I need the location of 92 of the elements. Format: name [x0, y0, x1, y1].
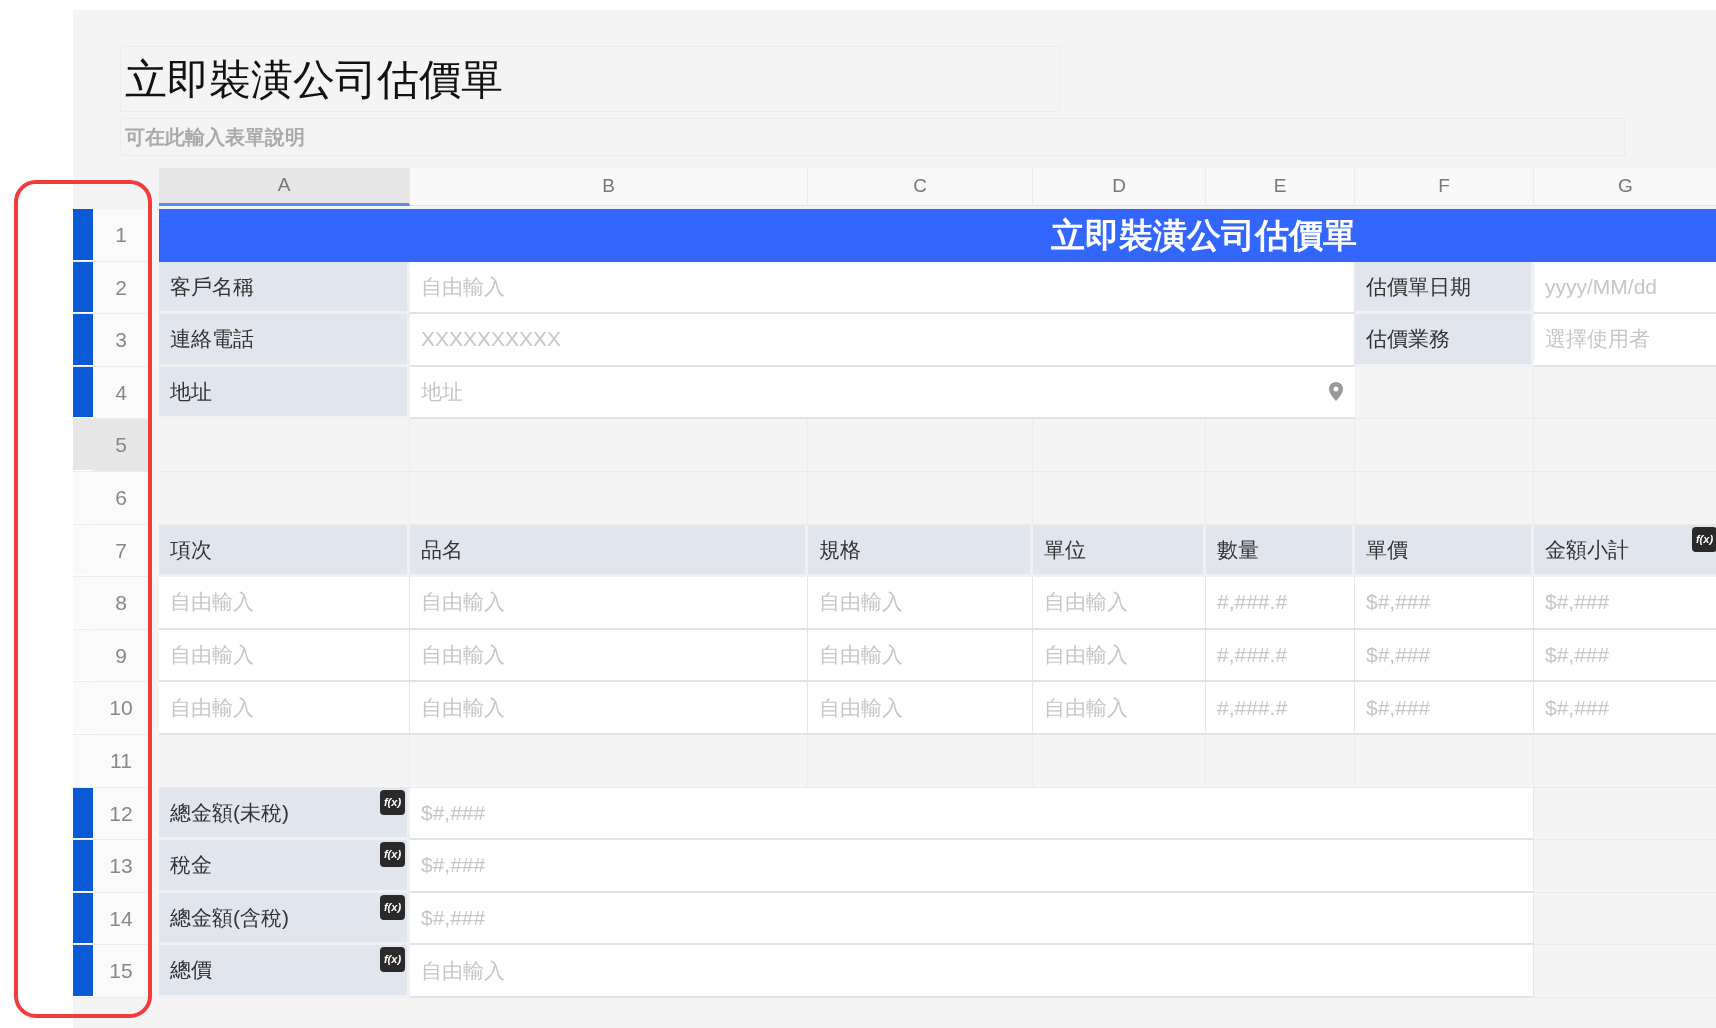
input-field[interactable]: 自由輸入: [159, 629, 410, 683]
row-header[interactable]: 10: [73, 682, 149, 735]
field-label: 金額小計: [1545, 536, 1629, 563]
row-number: 3: [114, 327, 128, 354]
row-number: 9: [114, 642, 128, 669]
input-field[interactable]: 選擇使用者: [1534, 314, 1716, 367]
field-label: 總金額(未稅): [170, 799, 289, 826]
input-field[interactable]: 自由輸入: [410, 945, 1534, 998]
row-header[interactable]: 15: [73, 945, 149, 998]
input-field[interactable]: 自由輸入: [159, 682, 410, 735]
column-header[interactable]: G: [1534, 168, 1716, 206]
input-field[interactable]: #,###.#: [1206, 629, 1355, 683]
column-header[interactable]: E: [1206, 168, 1355, 206]
location-pin-icon: [1329, 382, 1343, 402]
address-field[interactable]: 地址: [410, 366, 1355, 420]
row-header[interactable]: 12: [73, 787, 149, 841]
row-number: 5: [114, 432, 128, 459]
field-label: 連絡電話: [170, 326, 254, 353]
input-field[interactable]: 自由輸入: [410, 682, 808, 735]
input-field[interactable]: $#,###: [1355, 629, 1534, 683]
row-header[interactable]: 14: [73, 892, 149, 946]
row-number: 8: [114, 590, 128, 617]
field-label: 估價單日期: [1366, 273, 1471, 300]
row-header[interactable]: 7: [73, 524, 149, 578]
input-field[interactable]: 自由輸入: [808, 682, 1033, 735]
input-field[interactable]: 自由輸入: [1033, 577, 1206, 630]
formula-badge[interactable]: f(x): [1692, 526, 1716, 552]
title-field[interactable]: 立即裝潢公司估價單: [120, 46, 1060, 112]
column-header[interactable]: D: [1033, 168, 1206, 206]
formula-badge[interactable]: f(x): [380, 894, 405, 920]
input-field[interactable]: $#,###: [410, 840, 1534, 893]
row-number: 10: [108, 695, 134, 722]
row-number: 13: [108, 853, 134, 880]
input-field[interactable]: $#,###: [410, 787, 1534, 841]
input-field[interactable]: 自由輸入: [410, 629, 808, 683]
row-header[interactable]: 2: [73, 261, 149, 315]
row-number: 2: [114, 274, 128, 301]
row-header[interactable]: 13: [73, 840, 149, 893]
field-label: 單價: [1366, 536, 1408, 563]
form-banner: 立即裝潢公司估價單: [159, 209, 1716, 262]
formula-badge[interactable]: f(x): [380, 947, 405, 973]
column-header[interactable]: B: [410, 168, 808, 206]
field-label: 總價: [170, 957, 212, 984]
row-number: 7: [114, 537, 128, 564]
row-number: 12: [108, 800, 134, 827]
field-label: 規格: [819, 536, 861, 563]
field-label: 客戶名稱: [170, 273, 254, 300]
input-field[interactable]: #,###.#: [1206, 577, 1355, 630]
row-header[interactable]: 9: [73, 629, 149, 683]
field-label: 品名: [421, 536, 463, 563]
field-label: 項次: [170, 536, 212, 563]
input-field[interactable]: $#,###: [1534, 577, 1716, 630]
row-header[interactable]: 1: [73, 209, 149, 262]
field-label: 稅金: [170, 852, 212, 879]
row-number: 4: [114, 379, 128, 406]
column-header[interactable]: A: [159, 168, 410, 206]
row-number: 6: [114, 485, 128, 511]
input-field[interactable]: $#,###: [410, 892, 1534, 946]
formula-badge[interactable]: f(x): [380, 842, 405, 868]
row-header[interactable]: 11: [73, 734, 149, 788]
column-header[interactable]: C: [808, 168, 1033, 206]
column-header[interactable]: F: [1355, 168, 1534, 206]
input-field[interactable]: 自由輸入: [410, 261, 1355, 315]
row-header[interactable]: 4: [73, 366, 149, 420]
input-field[interactable]: 自由輸入: [159, 577, 410, 630]
row-number: 15: [108, 958, 134, 985]
field-label: 單位: [1044, 536, 1086, 563]
field-label: 地址: [170, 378, 212, 405]
row-header[interactable]: 8: [73, 577, 149, 630]
row-number: 1: [114, 222, 128, 249]
formula-badge[interactable]: f(x): [380, 789, 405, 815]
row-header[interactable]: 3: [73, 314, 149, 367]
input-field[interactable]: 自由輸入: [808, 577, 1033, 630]
row-number: 11: [109, 748, 133, 774]
row-header[interactable]: 6: [73, 471, 149, 525]
input-field[interactable]: 自由輸入: [1033, 682, 1206, 735]
input-field[interactable]: $#,###: [1355, 577, 1534, 630]
input-field[interactable]: $#,###: [1534, 629, 1716, 683]
field-label: 總金額(含稅): [170, 904, 289, 931]
input-field[interactable]: 自由輸入: [410, 577, 808, 630]
row-number: 14: [108, 905, 134, 932]
input-field[interactable]: $#,###: [1355, 682, 1534, 735]
input-field[interactable]: 自由輸入: [1033, 629, 1206, 683]
field-label: 數量: [1217, 536, 1259, 563]
input-field[interactable]: 自由輸入: [808, 629, 1033, 683]
row-header[interactable]: 5: [73, 419, 149, 472]
description-field[interactable]: 可在此輸入表單說明: [120, 118, 1625, 156]
input-field[interactable]: yyyy/MM/dd: [1534, 261, 1716, 315]
input-field[interactable]: #,###.#: [1206, 682, 1355, 735]
field-label: 估價業務: [1366, 326, 1450, 353]
input-field[interactable]: XXXXXXXXXX: [410, 314, 1355, 367]
input-field[interactable]: $#,###: [1534, 682, 1716, 735]
